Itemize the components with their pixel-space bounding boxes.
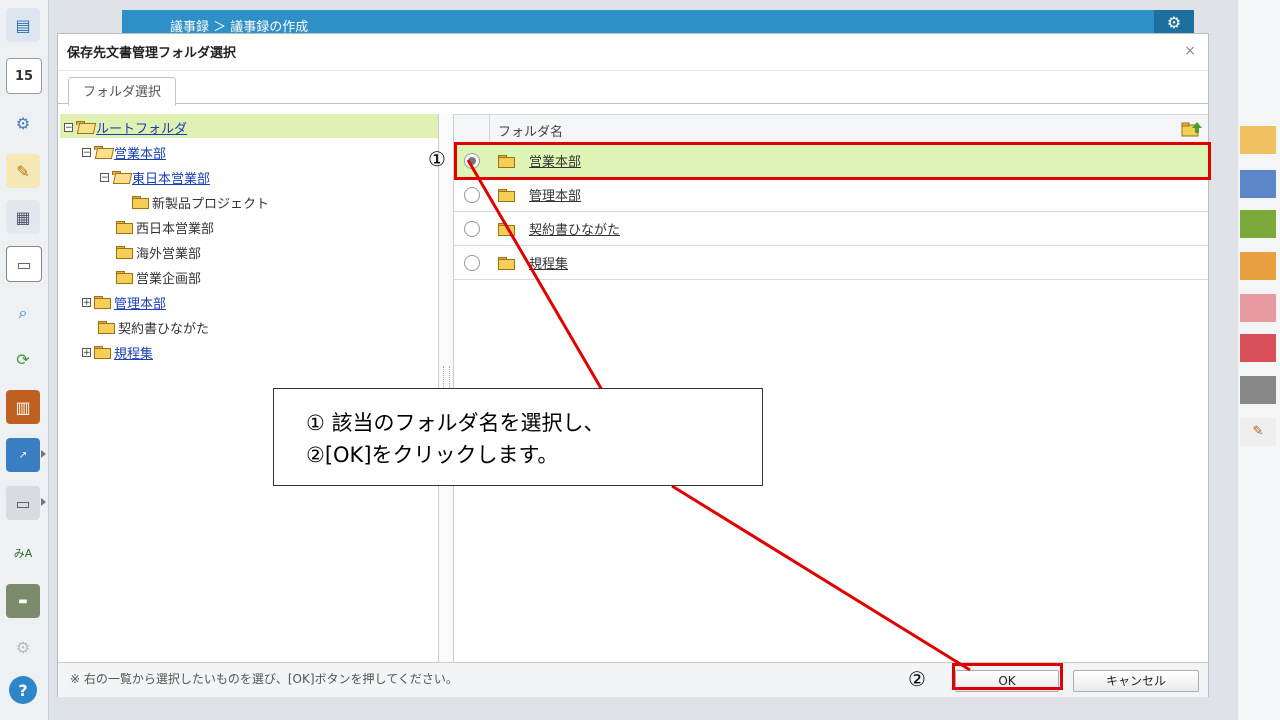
cabinet-icon[interactable]: ▥ (6, 390, 40, 424)
highlight-row-1 (454, 142, 1211, 180)
tree-node-label: 営業企画部 (136, 271, 202, 287)
tree-node[interactable]: 新製品プロジェクト (132, 191, 269, 213)
column-header-folder-name[interactable]: フォルダ名 (498, 121, 563, 140)
sync-icon[interactable]: ⟳ (6, 342, 40, 376)
folder-icon (116, 221, 133, 234)
collapse-toggle-icon[interactable]: − (100, 172, 109, 182)
list-row[interactable]: 規程集 (454, 246, 1208, 280)
tree-node-label[interactable]: 東日本営業部 (132, 168, 210, 187)
pencil-icon[interactable]: ✎ (1240, 418, 1276, 446)
neo-icon[interactable]: ↗ (6, 438, 40, 472)
color-tab-pink[interactable] (1240, 294, 1276, 322)
tree-node[interactable]: + 管理本部 (82, 291, 166, 313)
app-header: 議事録 ＞ 議事録の作成 ⚙ (122, 10, 1194, 35)
folder-icon (94, 346, 111, 359)
row-radio[interactable] (464, 254, 480, 271)
color-tab-red[interactable] (1240, 334, 1276, 362)
folder-name-link[interactable]: 契約書ひながた (529, 219, 620, 238)
annotation-callout: ① 該当のフォルダ名を選択し、 ②[OK]をクリックします。 (273, 388, 763, 486)
tree-node-label[interactable]: 管理本部 (114, 293, 166, 312)
folder-icon (112, 171, 129, 183)
list-header: フォルダ名 (454, 114, 1208, 144)
folder-icon (132, 196, 149, 209)
collapse-toggle-icon[interactable]: − (82, 147, 91, 157)
tree-node-label: 契約書ひながた (118, 321, 210, 337)
color-tab-green[interactable] (1240, 210, 1276, 238)
color-tab-gray[interactable] (1240, 376, 1276, 404)
right-tab-strip: ✎ (1238, 0, 1280, 720)
folder-icon (94, 296, 111, 309)
row-radio[interactable] (464, 186, 480, 203)
highlight-ok-button (952, 663, 1063, 690)
color-tab-orange[interactable] (1240, 252, 1276, 280)
memo-icon[interactable]: ✎ (6, 154, 40, 188)
expand-toggle-icon[interactable]: + (82, 347, 91, 357)
row-radio[interactable] (464, 220, 480, 237)
folder-select-dialog: 保存先文書管理フォルダ選択 × フォルダ選択 − ルートフォルダ − 営業本部 − 東日本… (57, 33, 1209, 697)
folder-icon (94, 146, 111, 158)
tree-node-label[interactable]: 営業本部 (114, 143, 166, 162)
expand-arrow-icon[interactable] (41, 498, 46, 506)
help-icon[interactable]: ? (9, 676, 37, 704)
app-link-icon[interactable]: みA (6, 536, 40, 570)
tree-node[interactable]: 海外営業部 (116, 241, 201, 263)
color-tab-blue[interactable] (1240, 170, 1276, 198)
folder-up-icon[interactable] (1180, 119, 1204, 139)
folder-icon (498, 222, 515, 236)
callout-line-1: ① 該当のフォルダ名を選択し、 (306, 411, 605, 435)
folder-name-link[interactable]: 規程集 (529, 253, 568, 272)
tree-node[interactable]: − 営業本部 (82, 141, 166, 163)
notice-icon[interactable] (1240, 126, 1276, 154)
tree-node[interactable]: + 規程集 (82, 341, 153, 363)
settings-gear-icon[interactable]: ⚙ (1154, 10, 1194, 34)
instruction-text: ※ 右の一覧から選択したいものを選び、[OK]ボタンを押してください。 (70, 672, 458, 686)
tree-node[interactable]: − 東日本営業部 (100, 166, 210, 188)
radio-column-header (454, 115, 490, 143)
tree-node-label: 西日本営業部 (136, 221, 215, 237)
expand-toggle-icon[interactable]: + (82, 297, 91, 307)
calendar-icon[interactable]: 15 (6, 58, 42, 94)
workflow-icon[interactable]: ⚙ (6, 106, 40, 140)
list-row[interactable]: 契約書ひながた (454, 212, 1208, 246)
list-row[interactable]: 管理本部 (454, 178, 1208, 212)
settings-gear-icon[interactable]: ⚙ (6, 630, 40, 664)
folder-icon (98, 321, 115, 334)
tab-folder-select[interactable]: フォルダ選択 (68, 77, 177, 106)
dialog-title: 保存先文書管理フォルダ選択 (67, 46, 237, 61)
tree-node-label[interactable]: 規程集 (114, 343, 153, 362)
tree-node-label[interactable]: ルートフォルダ (96, 118, 187, 137)
tree-node[interactable]: 営業企画部 (116, 266, 201, 288)
close-icon[interactable]: × (1184, 43, 1196, 59)
annotation-mark-1: ① (428, 147, 446, 171)
expand-arrow-icon[interactable] (41, 450, 46, 458)
folder-icon (498, 256, 515, 270)
folder-icon (76, 121, 93, 133)
tree-node-label: 新製品プロジェクト (152, 196, 270, 212)
tree-node[interactable]: 西日本営業部 (116, 216, 214, 238)
tree-node-label: 海外営業部 (136, 246, 202, 262)
cancel-button[interactable]: キャンセル (1073, 670, 1199, 692)
folder-icon (116, 271, 133, 284)
tab-strip: フォルダ選択 (58, 70, 1208, 106)
banner-icon[interactable]: ▬ (6, 584, 40, 618)
app-sidebar: ▤ 15 ⚙ ✎ ▦ ▭ ⌕ ⟳ ▥ ↗ ▭ みA ▬ ⚙ ? (0, 0, 49, 720)
folder-icon (116, 246, 133, 259)
annotation-mark-2: ② (908, 667, 926, 691)
folder-name-link[interactable]: 管理本部 (529, 185, 581, 204)
bulletin-icon[interactable]: ▦ (6, 200, 40, 234)
portal-icon[interactable]: ▤ (6, 8, 40, 42)
tree-node[interactable]: − ルートフォルダ (64, 116, 187, 138)
search-icon[interactable]: ⌕ (6, 296, 40, 330)
splitter-grip-icon[interactable] (443, 366, 450, 388)
collapse-toggle-icon[interactable]: − (64, 122, 73, 132)
tree-node[interactable]: 契約書ひながた (98, 316, 209, 338)
clipboard-icon[interactable]: ▭ (6, 246, 42, 282)
callout-line-2: ②[OK]をクリックします。 (306, 443, 559, 467)
folder-icon (498, 188, 515, 202)
folder-icon[interactable]: ▭ (6, 486, 40, 520)
